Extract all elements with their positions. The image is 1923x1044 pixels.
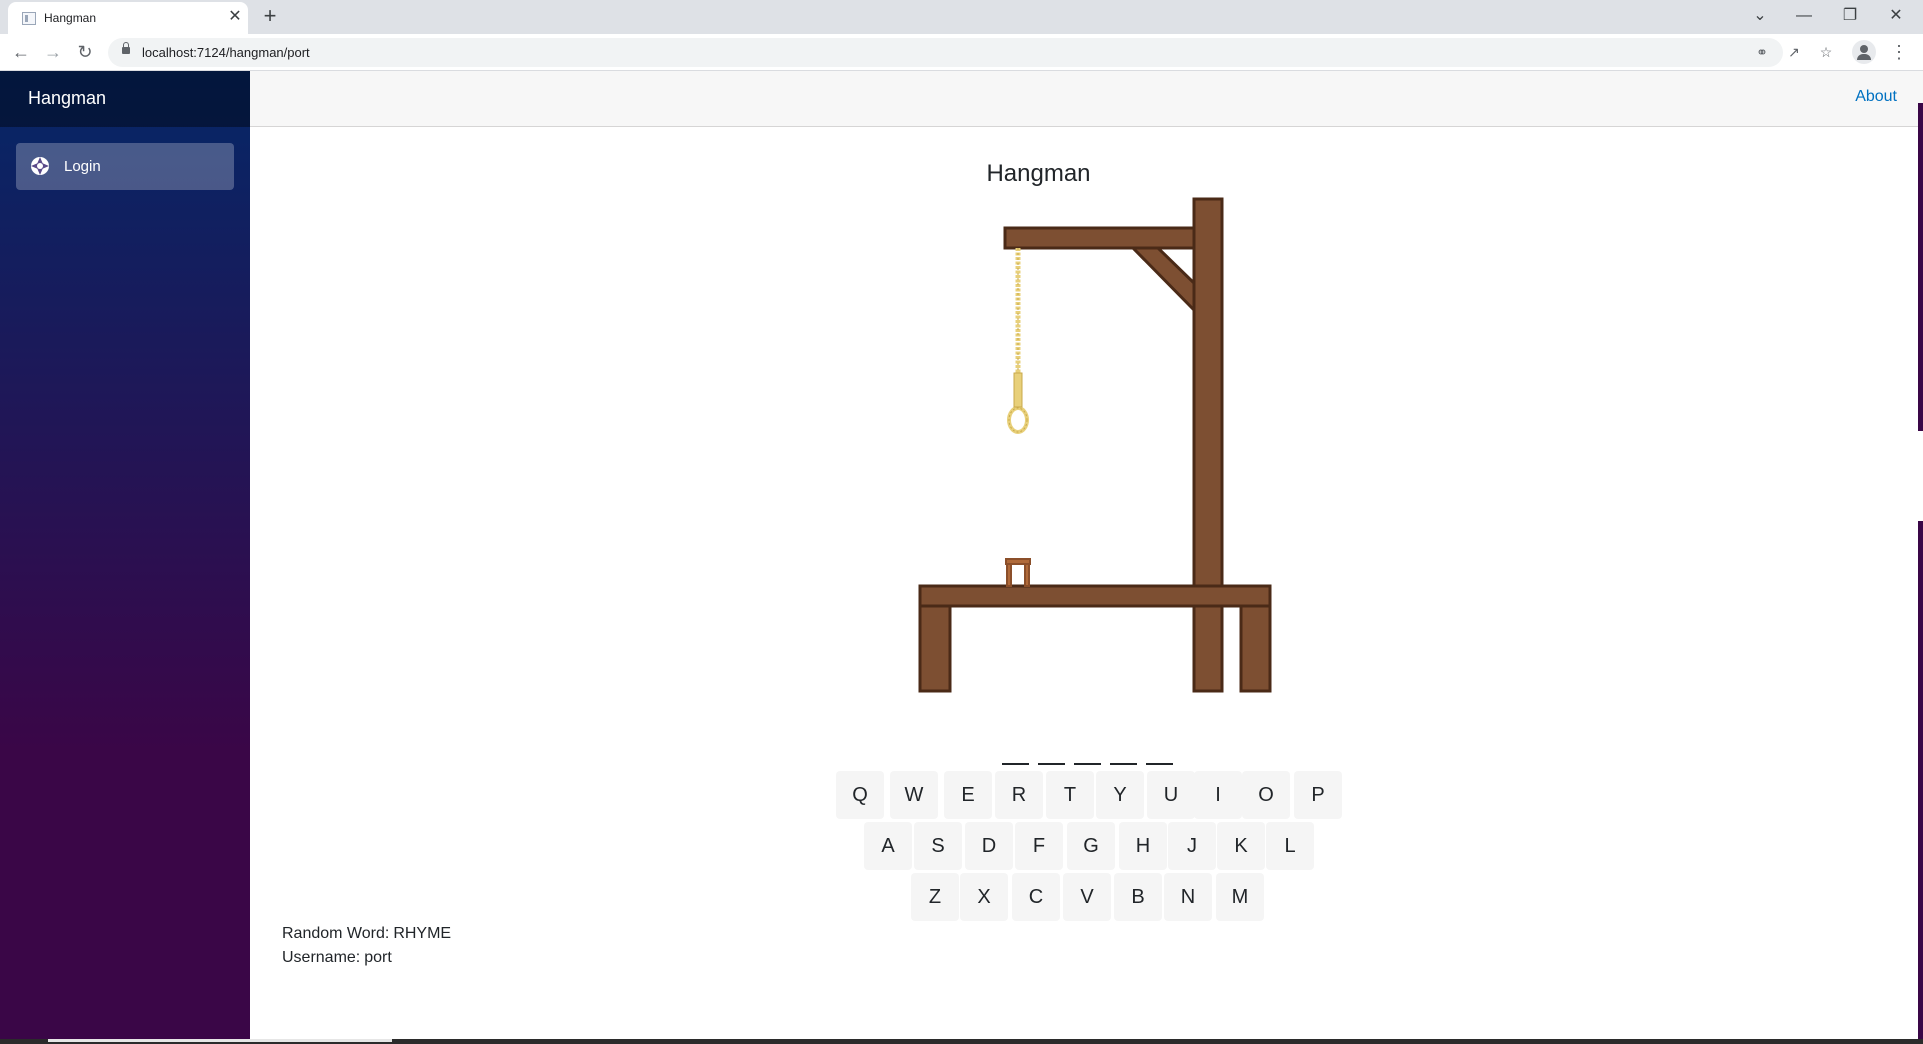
key-o[interactable]: O	[1242, 771, 1290, 819]
sidebar-item-login[interactable]: Login	[16, 143, 234, 190]
key-i[interactable]: I	[1194, 771, 1242, 819]
back-icon[interactable]: ←	[8, 39, 34, 65]
key-e[interactable]: E	[944, 771, 992, 819]
gallows-brace	[1129, 246, 1196, 314]
key-icon[interactable]: ⚭	[1751, 41, 1773, 63]
key-y[interactable]: Y	[1096, 771, 1144, 819]
minimize-icon[interactable]: —	[1784, 2, 1824, 30]
address-bar[interactable]: localhost:7124/hangman/port ⚭	[108, 38, 1783, 67]
key-m[interactable]: M	[1216, 873, 1264, 921]
username-label: Username:	[282, 949, 361, 966]
key-h[interactable]: H	[1119, 822, 1167, 870]
key-t[interactable]: T	[1046, 771, 1094, 819]
page-favicon-icon	[22, 12, 36, 25]
key-f[interactable]: F	[1015, 822, 1063, 870]
key-l[interactable]: L	[1266, 822, 1314, 870]
top-row: About	[250, 71, 1923, 127]
sidebar-item-label: Login	[64, 158, 101, 175]
share-icon[interactable]: ↗	[1783, 41, 1805, 63]
key-v[interactable]: V	[1063, 873, 1111, 921]
key-c[interactable]: C	[1012, 873, 1060, 921]
key-q[interactable]: Q	[836, 771, 884, 819]
key-x[interactable]: X	[960, 873, 1008, 921]
browser-toolbar: ← → ↻ localhost:7124/hangman/port ⚭ ↗ ☆ …	[0, 34, 1923, 71]
menu-icon[interactable]: ⋮	[1886, 39, 1912, 65]
random-word-value: RHYME	[393, 925, 452, 942]
tab-search-dropdown-icon[interactable]: ⌄	[1740, 2, 1780, 30]
gallows-platform	[918, 584, 1272, 608]
gallows-leg-left	[918, 604, 952, 693]
browser-tab[interactable]: Hangman ✕	[8, 2, 248, 34]
letter-slot	[1074, 763, 1101, 765]
gallows-drawing	[918, 197, 1272, 693]
browser-tab-strip: Hangman ✕ + ⌄ — ❐ ✕	[0, 0, 1923, 34]
letter-slot	[1002, 763, 1029, 765]
letter-slot	[1110, 763, 1137, 765]
horizontal-scrollbar[interactable]	[48, 1039, 392, 1042]
sidebar: Hangman Login	[0, 71, 250, 1044]
key-j[interactable]: J	[1168, 822, 1216, 870]
random-word-label: Random Word:	[282, 925, 390, 942]
forward-icon[interactable]: →	[40, 39, 66, 65]
key-s[interactable]: S	[914, 822, 962, 870]
profile-icon[interactable]	[1852, 40, 1876, 64]
url-text: localhost:7124/hangman/port	[142, 45, 310, 60]
username-line: Username: port	[282, 949, 392, 967]
key-g[interactable]: G	[1067, 822, 1115, 870]
lock-icon	[122, 42, 130, 54]
about-link[interactable]: About	[1855, 88, 1897, 106]
key-k[interactable]: K	[1217, 822, 1265, 870]
key-d[interactable]: D	[965, 822, 1013, 870]
tab-title: Hangman	[44, 11, 97, 25]
key-w[interactable]: W	[890, 771, 938, 819]
trapdoor-lever	[1005, 558, 1031, 587]
key-z[interactable]: Z	[911, 873, 959, 921]
restore-icon[interactable]: ❐	[1830, 2, 1870, 30]
key-a[interactable]: A	[864, 822, 912, 870]
page-title: Hangman	[986, 160, 1091, 187]
tab-close-icon[interactable]: ✕	[226, 8, 244, 26]
scrollbar-thumb-upper[interactable]	[1918, 103, 1923, 431]
key-r[interactable]: R	[995, 771, 1043, 819]
key-n[interactable]: N	[1164, 873, 1212, 921]
gallows-top-beam	[1003, 226, 1196, 250]
rope-noose	[1007, 248, 1029, 434]
scrollbar-thumb-lower[interactable]	[1918, 521, 1923, 1039]
brand-bar: Hangman	[0, 71, 250, 127]
star-icon[interactable]: ☆	[1815, 41, 1837, 63]
gallows-post	[1192, 197, 1224, 693]
key-u[interactable]: U	[1147, 771, 1195, 819]
letter-slot	[1038, 763, 1065, 765]
window-close-icon[interactable]: ✕	[1876, 2, 1916, 30]
brand-title[interactable]: Hangman	[28, 88, 106, 109]
key-b[interactable]: B	[1114, 873, 1162, 921]
random-word-line: Random Word: RHYME	[282, 925, 451, 943]
username-value: port	[364, 949, 392, 966]
new-tab-icon[interactable]: +	[258, 4, 282, 28]
gallows-leg-right	[1239, 604, 1272, 693]
login-icon	[31, 157, 49, 175]
letter-slot	[1146, 763, 1173, 765]
key-p[interactable]: P	[1294, 771, 1342, 819]
reload-icon[interactable]: ↻	[72, 39, 98, 65]
